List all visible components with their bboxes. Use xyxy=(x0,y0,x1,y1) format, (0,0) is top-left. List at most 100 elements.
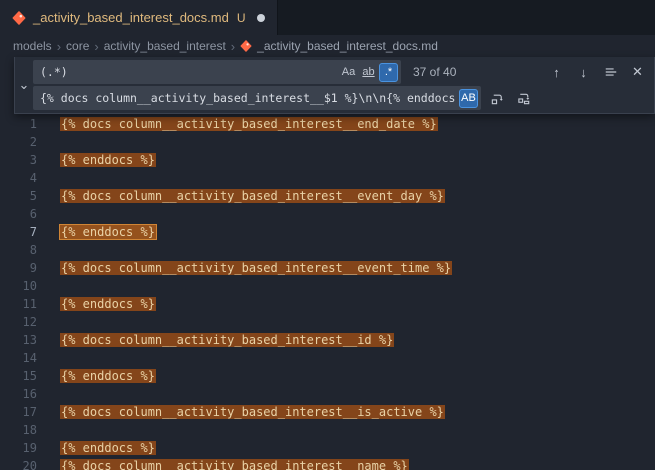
next-match-button[interactable]: ↓ xyxy=(573,62,594,83)
code-line[interactable] xyxy=(37,169,60,187)
dbt-file-icon xyxy=(240,40,252,52)
editor-line: 15 {% enddocs %} xyxy=(0,367,655,385)
replace-input-box: AB xyxy=(33,86,481,110)
tab-filename: _activity_based_interest_docs.md xyxy=(33,10,229,25)
chevron-right-icon: › xyxy=(94,39,98,54)
chevron-right-icon: › xyxy=(57,39,61,54)
line-number: 19 xyxy=(0,439,37,457)
editor-lines: 1 {% docs column__activity_based_interest… xyxy=(0,115,655,470)
line-number: 7 xyxy=(0,223,37,241)
replace-row: AB xyxy=(33,86,648,110)
regex-option[interactable]: .* xyxy=(379,63,398,82)
breadcrumb-item-activity-based-interest[interactable]: activity_based_interest xyxy=(104,39,226,53)
code-line[interactable]: {% docs column__activity_based_interest_… xyxy=(37,331,394,349)
editor-line: 12 xyxy=(0,313,655,331)
editor-pane[interactable]: 1 {% docs column__activity_based_interest… xyxy=(0,57,655,470)
editor-line: 17 {% docs column__activity_based_interes… xyxy=(0,403,655,421)
breadcrumb-item-core[interactable]: core xyxy=(66,39,89,53)
code-line[interactable]: {% docs column__activity_based_interest_… xyxy=(37,259,452,277)
find-in-selection-button[interactable] xyxy=(600,62,621,83)
code-line[interactable] xyxy=(37,205,60,223)
find-match: {% enddocs %} xyxy=(60,153,156,167)
preserve-case-option[interactable]: AB xyxy=(459,89,478,108)
code-line[interactable] xyxy=(37,241,60,259)
line-number: 15 xyxy=(0,367,37,385)
toggle-replace-button[interactable]: ⌄ xyxy=(15,57,33,113)
code-line[interactable] xyxy=(37,133,60,151)
code-line[interactable]: {% docs column__activity_based_interest_… xyxy=(37,115,438,133)
tab-bar: _activity_based_interest_docs.md U xyxy=(0,0,655,35)
arrow-down-icon: ↓ xyxy=(580,65,587,80)
line-number: 1 xyxy=(0,115,37,133)
editor-line: 3 {% enddocs %} xyxy=(0,151,655,169)
line-number: 17 xyxy=(0,403,37,421)
editor-line: 1 {% docs column__activity_based_interest… xyxy=(0,115,655,133)
find-input-box: Aa ab .* xyxy=(33,60,401,84)
line-number: 2 xyxy=(0,133,37,151)
match-case-option[interactable]: Aa xyxy=(339,63,358,82)
editor-line: 9 {% docs column__activity_based_interest… xyxy=(0,259,655,277)
code-line[interactable]: {% enddocs %} xyxy=(37,151,156,169)
code-line[interactable]: {% enddocs %} xyxy=(37,295,156,313)
whole-word-option[interactable]: ab xyxy=(359,63,378,82)
unsaved-changes-dot[interactable] xyxy=(257,14,265,22)
code-line[interactable]: {% docs column__activity_based_interest_… xyxy=(37,187,445,205)
chevron-down-icon: ⌄ xyxy=(19,77,30,93)
editor-line: 20 {% docs column__activity_based_interes… xyxy=(0,457,655,470)
find-match: {% enddocs %} xyxy=(60,297,156,311)
breadcrumb-item-models[interactable]: models xyxy=(13,39,52,53)
line-number: 13 xyxy=(0,331,37,349)
replace-all-button[interactable] xyxy=(514,88,535,109)
close-find-button[interactable]: ✕ xyxy=(627,62,648,83)
replace-input[interactable] xyxy=(33,86,458,110)
find-match: {% docs column__activity_based_interest_… xyxy=(60,459,409,470)
code-line[interactable]: {% enddocs %} xyxy=(37,223,156,241)
git-status-badge: U xyxy=(237,11,246,25)
code-line[interactable] xyxy=(37,421,60,439)
code-line[interactable]: {% docs column__activity_based_interest_… xyxy=(37,457,409,470)
line-number: 14 xyxy=(0,349,37,367)
dbt-file-icon xyxy=(12,11,26,25)
line-number: 8 xyxy=(0,241,37,259)
find-match: {% enddocs %} xyxy=(60,369,156,383)
find-input[interactable] xyxy=(33,60,338,84)
line-number: 20 xyxy=(0,457,37,470)
replace-all-icon xyxy=(517,91,532,106)
code-line[interactable] xyxy=(37,385,60,403)
line-number: 9 xyxy=(0,259,37,277)
replace-button[interactable] xyxy=(487,88,508,109)
line-number: 10 xyxy=(0,277,37,295)
find-widget-main: Aa ab .* 37 of 40 ↑ ↓ ✕ AB xyxy=(33,57,654,113)
line-number: 12 xyxy=(0,313,37,331)
line-number: 3 xyxy=(0,151,37,169)
editor-line: 18 xyxy=(0,421,655,439)
line-number: 18 xyxy=(0,421,37,439)
find-match: {% docs column__activity_based_interest_… xyxy=(60,261,452,275)
line-number: 16 xyxy=(0,385,37,403)
editor-line: 19 {% enddocs %} xyxy=(0,439,655,457)
replace-icon xyxy=(490,91,505,106)
code-line[interactable] xyxy=(37,349,60,367)
line-number: 5 xyxy=(0,187,37,205)
find-match: {% docs column__activity_based_interest_… xyxy=(60,405,445,419)
editor-line: 8 xyxy=(0,241,655,259)
editor-line: 2 xyxy=(0,133,655,151)
editor-line: 10 xyxy=(0,277,655,295)
find-match: {% enddocs %} xyxy=(60,441,156,455)
find-match: {% docs column__activity_based_interest_… xyxy=(60,117,438,131)
line-number: 11 xyxy=(0,295,37,313)
code-line[interactable]: {% enddocs %} xyxy=(37,439,156,457)
find-replace-widget: ⌄ Aa ab .* 37 of 40 ↑ ↓ ✕ xyxy=(14,57,655,114)
breadcrumb-item-file[interactable]: _activity_based_interest_docs.md xyxy=(240,39,438,53)
editor-tab[interactable]: _activity_based_interest_docs.md U xyxy=(0,0,278,35)
previous-match-button[interactable]: ↑ xyxy=(546,62,567,83)
chevron-right-icon: › xyxy=(231,39,235,54)
breadcrumb: models › core › activity_based_interest … xyxy=(0,35,655,57)
editor-line: 5{% docs column__activity_based_interest… xyxy=(0,187,655,205)
breadcrumb-file-label: _activity_based_interest_docs.md xyxy=(257,39,438,53)
line-number: 6 xyxy=(0,205,37,223)
code-line[interactable]: {% docs column__activity_based_interest_… xyxy=(37,403,445,421)
code-line[interactable] xyxy=(37,313,60,331)
code-line[interactable]: {% enddocs %} xyxy=(37,367,156,385)
code-line[interactable] xyxy=(37,277,60,295)
